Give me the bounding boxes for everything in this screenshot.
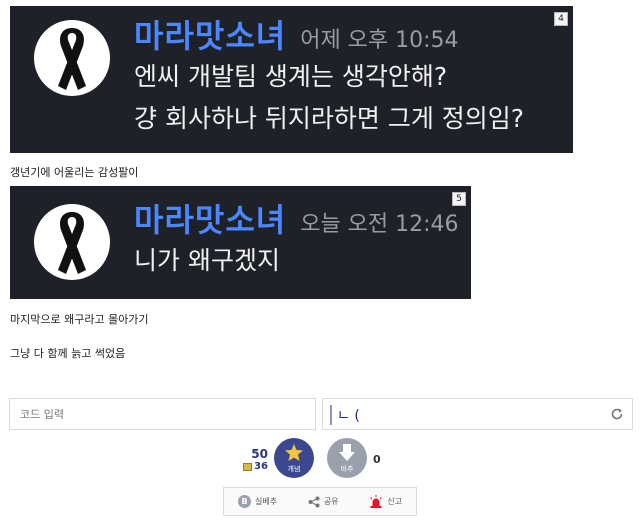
chat-screenshot-2: 마라맛소녀 오늘 오전 12:46 니가 왜구겠지 5 <box>10 186 471 299</box>
nickname: 마라맛소녀 <box>134 201 287 239</box>
vote-counts: 50 36 <box>240 447 268 472</box>
caption: 갱년기에 어울리는 감성팔이 <box>10 166 139 179</box>
captcha-box: ㄴ ( <box>322 398 633 430</box>
timestamp: 오늘 오전 12:46 <box>300 212 459 237</box>
action-bar: B 실베추 공유 신고 <box>223 487 417 516</box>
nickname: 마라맛소녀 <box>134 17 287 55</box>
share-icon <box>308 496 320 507</box>
siren-icon <box>370 495 383 508</box>
fixed-upvote-count: 36 <box>240 461 268 472</box>
upvote-label: 개념 <box>287 465 301 473</box>
share-button[interactable]: 공유 <box>308 496 339 508</box>
captcha-image: ㄴ ( <box>330 405 360 425</box>
arrow-down-icon <box>339 444 355 461</box>
b-circle-icon: B <box>238 495 251 508</box>
code-input[interactable] <box>10 399 315 429</box>
message-line: 니가 왜구겠지 <box>134 246 280 275</box>
downvote-label: 비추 <box>340 465 354 473</box>
message-line: 엔씨 개발팀 생계는 생각안해? <box>134 62 448 91</box>
image-number-badge: 4 <box>554 12 568 26</box>
share-label: 공유 <box>323 497 339 506</box>
image-number-badge: 5 <box>452 192 466 206</box>
downvote-button[interactable]: 비추 <box>327 438 367 478</box>
upvote-button[interactable]: 개념 <box>274 438 314 478</box>
best-recommend-button[interactable]: B 실베추 <box>238 495 277 508</box>
avatar <box>34 204 110 280</box>
downvote-count: 0 <box>373 453 381 466</box>
caption: 마지막으로 왜구라고 몰아가기 <box>10 313 149 326</box>
upvote-count: 50 <box>251 447 268 461</box>
message-line: 걍 회사하나 뒤지라하면 그게 정의임? <box>134 104 525 133</box>
refresh-icon[interactable] <box>610 407 624 421</box>
timestamp: 어제 오후 10:54 <box>300 28 459 53</box>
chat-screenshot-1: 마라맛소녀 어제 오후 10:54 엔씨 개발팀 생계는 생각안해? 걍 회사하… <box>10 6 573 153</box>
best-recommend-label: 실베추 <box>255 497 278 506</box>
fixed-vote-icon <box>243 462 253 471</box>
star-icon <box>285 444 303 461</box>
captcha-text: ㄴ ( <box>337 408 360 424</box>
code-input-box[interactable] <box>9 398 316 430</box>
black-ribbon-icon <box>58 28 86 90</box>
avatar <box>34 20 110 96</box>
caption: 그냥 다 함께 늙고 썩었음 <box>10 347 126 360</box>
report-button[interactable]: 신고 <box>369 495 402 508</box>
report-label: 신고 <box>387 497 402 506</box>
black-ribbon-icon <box>58 212 86 274</box>
